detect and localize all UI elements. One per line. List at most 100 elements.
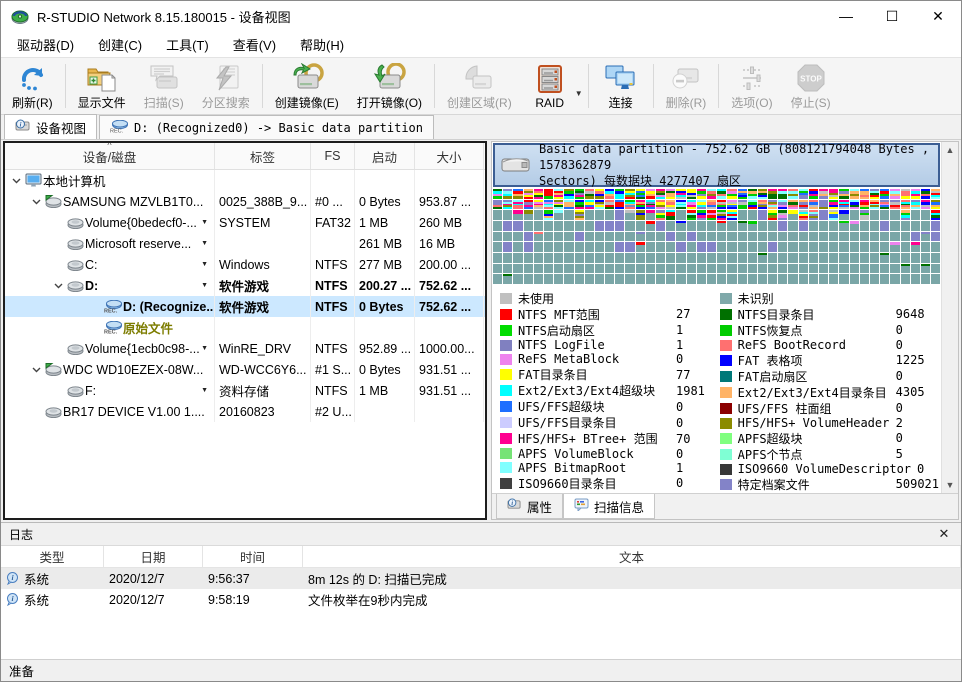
menu-item-2[interactable]: 工具(T) [154, 31, 221, 58]
scan-block-map[interactable] [493, 188, 940, 284]
expand-chevron-icon[interactable] [9, 178, 23, 184]
toolbar-button-8[interactable]: 连接 [592, 60, 650, 112]
tab-device-view-label: 设备视图 [36, 118, 86, 137]
tree-row-3[interactable]: Microsoft reserve...▼261 MB16 MB [5, 233, 485, 254]
log-column-header-1[interactable]: 日期 [104, 546, 203, 567]
tree-row-10[interactable]: F:▼资料存储NTFS1 MB931.51 ... [5, 380, 485, 401]
map-block [687, 232, 696, 242]
disk-icon [43, 406, 63, 418]
map-block [921, 264, 930, 274]
map-block [819, 274, 828, 284]
legend-label: NTFS LogFile [518, 338, 670, 352]
tab-properties[interactable]: i 属性 [496, 494, 563, 519]
log-column-header-2[interactable]: 时间 [203, 546, 303, 567]
map-block [534, 232, 543, 242]
map-block [717, 242, 726, 252]
toolbar-button-5[interactable]: 打开镜像(O) [348, 60, 431, 112]
maximize-button[interactable]: ☐ [869, 1, 915, 31]
map-block [595, 210, 604, 220]
partition-search-icon [210, 63, 242, 93]
toolbar-button-4[interactable]: 创建镜像(E) [266, 60, 348, 112]
disk-icon [65, 217, 85, 229]
toolbar-button-0[interactable]: 刷新(R) [3, 60, 62, 112]
legend-label: 特定档案文件 [738, 476, 890, 493]
log-close-icon[interactable]: ✕ [935, 526, 953, 542]
map-block [656, 200, 665, 210]
map-block [839, 253, 848, 263]
scroll-down-icon[interactable]: ▼ [942, 477, 958, 493]
map-block [513, 264, 522, 274]
tree-row-2[interactable]: Volume{0bedecf0-...▼SYSTEMFAT321 MB260 M… [5, 212, 485, 233]
map-block [503, 189, 512, 199]
menu-item-0[interactable]: 驱动器(D) [5, 31, 86, 58]
menu-item-3[interactable]: 查看(V) [221, 31, 288, 58]
toolbar-button-6[interactable]: 创建区域(R) [438, 60, 521, 112]
log-row-1[interactable]: i系统2020/12/79:58:19文件枚举在9秒内完成 [1, 589, 961, 610]
tree-column-header-1[interactable]: 标签 [215, 143, 311, 169]
map-block [575, 274, 584, 284]
log-column-header-3[interactable]: 文本 [303, 546, 961, 567]
tree-row-8[interactable]: Volume{1ecb0c98-...▼WinRE_DRVNTFS952.89 … [5, 338, 485, 359]
tab-device-view[interactable]: i 设备视图 [4, 114, 97, 139]
toolbar-button-7[interactable]: RAID [521, 60, 579, 112]
map-block [911, 200, 920, 210]
map-block [911, 264, 920, 274]
row-dropdown-icon[interactable]: ▼ [201, 282, 208, 289]
legend-swatch [500, 340, 512, 351]
menu-item-4[interactable]: 帮助(H) [288, 31, 356, 58]
device-name: D: [85, 279, 98, 293]
toolbar-button-10[interactable]: 选项(O) [722, 60, 781, 112]
tree-row-0[interactable]: 本地计算机 [5, 170, 485, 191]
log-column-header-0[interactable]: 类型 [1, 546, 104, 567]
tree-column-header-2[interactable]: FS [311, 143, 355, 169]
map-block [544, 189, 553, 199]
toolbar-button-3[interactable]: 分区搜索 [193, 60, 259, 112]
row-dropdown-icon[interactable]: ▼ [201, 240, 208, 247]
row-dropdown-icon[interactable]: ▼ [201, 387, 208, 394]
tree-row-9[interactable]: WDC WD10EZEX-08W...WD-WCC6Y6...#1 S...0 … [5, 359, 485, 380]
map-block [860, 189, 869, 199]
tab-recognized-partition[interactable]: REC. D: (Recognized0) -> Basic data part… [99, 115, 434, 139]
cell-size: 1000.00... [415, 338, 484, 359]
scan-scrollbar[interactable]: ▲ ▼ [941, 142, 958, 493]
map-block [687, 264, 696, 274]
close-button[interactable]: ✕ [915, 1, 961, 31]
row-dropdown-icon[interactable]: ▼ [201, 219, 208, 226]
tree-row-6[interactable]: REC.D: (Recognize...软件游戏NTFS0 Bytes752.6… [5, 296, 485, 317]
map-block [748, 242, 757, 252]
disk-icon [65, 238, 85, 250]
cell-fs [311, 317, 355, 338]
toolbar-button-9[interactable]: 删除(R) [657, 60, 716, 112]
tab-scan-info[interactable]: 扫描信息 [563, 494, 655, 519]
log-row-0[interactable]: i系统2020/12/79:56:378m 12s 的 D: 扫描已完成 [1, 568, 961, 589]
expand-chevron-icon[interactable] [51, 283, 65, 289]
map-block [819, 221, 828, 231]
expand-chevron-icon[interactable] [29, 199, 43, 205]
menu-item-1[interactable]: 创建(C) [86, 31, 154, 58]
tree-row-11[interactable]: BR17 DEVICE V1.00 1....20160823#2 U... [5, 401, 485, 422]
tree-column-header-4[interactable]: 大小 [415, 143, 484, 169]
tree-row-4[interactable]: C:▼WindowsNTFS277 MB200.00 ... [5, 254, 485, 275]
scroll-up-icon[interactable]: ▲ [942, 142, 958, 158]
expand-chevron-icon[interactable] [29, 367, 43, 373]
toolbar-button-2[interactable]: 扫描(S) [135, 60, 193, 112]
refresh-icon [17, 63, 47, 93]
tree-column-header-0[interactable]: ^设备/磁盘 [5, 143, 215, 169]
cell-start [355, 317, 415, 338]
tree-row-1[interactable]: SAMSUNG MZVLB1T0...0025_388B_9...#0 ...0… [5, 191, 485, 212]
row-dropdown-icon[interactable]: ▼ [201, 345, 208, 352]
raid-dropdown-icon[interactable]: ▼ [575, 89, 583, 98]
minimize-button[interactable]: — [823, 1, 869, 31]
map-block [564, 274, 573, 284]
toolbar-button-1[interactable]: 显示文件 [69, 60, 135, 112]
partition-info-box[interactable]: Basic data partition - 752.62 GB (808121… [493, 143, 940, 187]
map-block [778, 264, 787, 274]
tree-row-7[interactable]: REC.原始文件 [5, 317, 485, 338]
toolbar-button-11[interactable]: STOP停止(S) [782, 60, 840, 112]
map-block [738, 232, 747, 242]
tree-row-5[interactable]: D:▼软件游戏NTFS200.27 ...752.62 ... [5, 275, 485, 296]
legend-value: 0 [670, 447, 683, 461]
tree-column-header-3[interactable]: 启动 [355, 143, 415, 169]
row-dropdown-icon[interactable]: ▼ [201, 261, 208, 268]
legend-swatch [500, 433, 512, 444]
